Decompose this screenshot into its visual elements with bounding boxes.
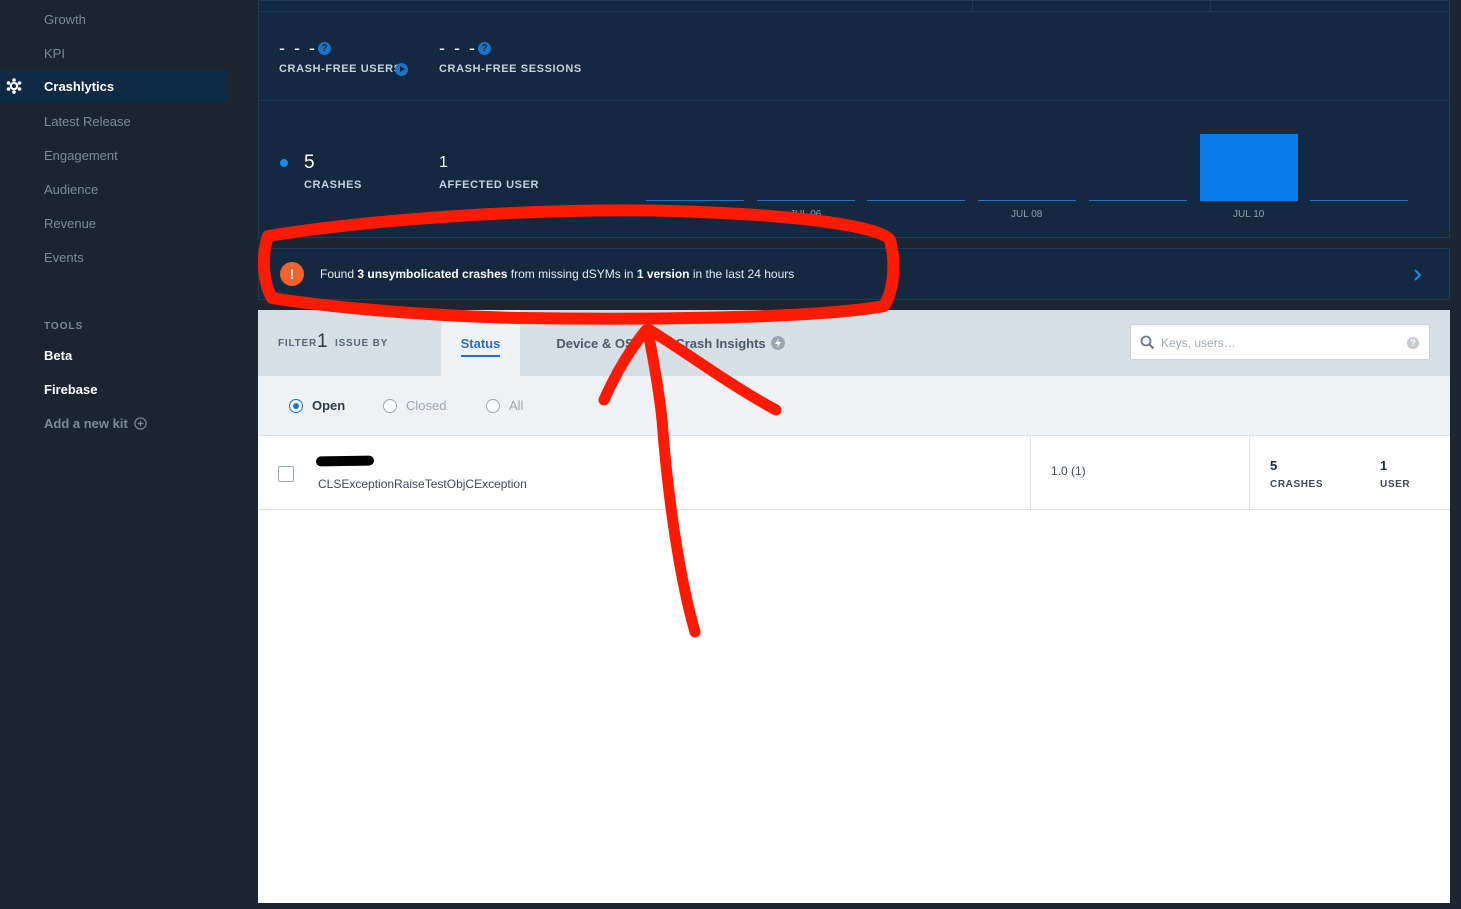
chart-baseline [1089, 200, 1187, 201]
sidebar-item-kpi[interactable]: KPI [0, 37, 228, 69]
crashes-legend-dot [280, 159, 288, 167]
sidebar-item-beta[interactable]: Beta [0, 339, 228, 371]
dsym-warning-text: Found 3 unsymbolicated crashes from miss… [320, 267, 795, 281]
radio-closed-label[interactable]: Closed [406, 398, 446, 413]
help-icon[interactable]: ? [1407, 337, 1419, 349]
table-row[interactable] [258, 436, 1450, 510]
sidebar-item-revenue[interactable]: Revenue [0, 207, 228, 239]
sidebar-item-label: Growth [44, 11, 86, 27]
sidebar-item-label: Audience [44, 181, 99, 197]
tools-heading: TOOLS [44, 321, 84, 332]
divider [972, 0, 973, 12]
help-icon[interactable]: ? [478, 42, 491, 55]
filter-label: ISSUE BY [335, 338, 389, 349]
sidebar-item-label: KPI [44, 45, 65, 61]
crash-free-users-value: - - - [279, 38, 317, 58]
divider [258, 0, 1450, 12]
divider [1210, 0, 1211, 12]
sidebar-item-label: Firebase [44, 381, 98, 397]
stats-panel [258, 0, 1450, 238]
search-input[interactable] [1161, 333, 1401, 353]
sidebar: Growth KPI Crashlytics Latest Release En… [0, 0, 228, 909]
help-icon[interactable]: ? [318, 42, 331, 55]
bolt-icon [770, 336, 785, 350]
crashes-value: 5 [304, 152, 315, 173]
chart-baseline [978, 200, 1076, 201]
issue-title[interactable]: CLSExceptionRaiseTestObjCException [318, 477, 527, 491]
radio-all-label[interactable]: All [509, 398, 523, 413]
chart-baseline [867, 200, 965, 201]
issue-checkbox[interactable] [278, 466, 294, 482]
tab-label: Status [460, 335, 501, 351]
sidebar-item-crashlytics[interactable]: Crashlytics [0, 70, 228, 102]
chart-bar[interactable] [1200, 134, 1298, 201]
chart-tick-label: JUL 10 [1233, 209, 1265, 220]
tab-label: Device & OS [556, 335, 634, 351]
sidebar-item-label: Revenue [44, 215, 97, 231]
crash-free-sessions-value: - - - [439, 38, 477, 58]
sidebar-item-label: Engagement [44, 147, 118, 163]
affected-users-label: AFFECTED USER [439, 179, 540, 191]
tab-device-os[interactable]: Device & OS [540, 310, 650, 376]
chart-baseline [1310, 200, 1408, 201]
issue-users-label: USER [1380, 479, 1411, 490]
warning-icon: ! [280, 262, 304, 286]
issue-version: 1.0 (1) [1051, 464, 1086, 478]
issue-crashes-count: 5 [1270, 458, 1278, 473]
chart-tick-label: JUL 08 [1011, 209, 1043, 220]
add-kit-link[interactable]: Add a new kit [0, 407, 228, 439]
redacted-mark [315, 455, 375, 467]
sidebar-item-label: Latest Release [44, 113, 131, 129]
issue-users-count: 1 [1380, 458, 1388, 473]
divider [1030, 436, 1031, 510]
radio-open-label[interactable]: Open [312, 398, 345, 413]
filter-count: 1 [317, 331, 328, 352]
chart-baseline [757, 200, 855, 201]
issue-crashes-label: CRASHES [1270, 479, 1324, 490]
divider [258, 100, 1450, 101]
tab-underline [461, 355, 500, 357]
filter-label: FILTER [278, 338, 318, 349]
play-icon[interactable] [395, 63, 408, 76]
sidebar-item-latest-release[interactable]: Latest Release [0, 105, 228, 137]
sidebar-item-firebase[interactable]: Firebase [0, 373, 228, 405]
sidebar-item-audience[interactable]: Audience [0, 173, 228, 205]
crash-free-users-label: CRASH-FREE USERS [279, 63, 402, 75]
tab-status[interactable]: Status [441, 310, 520, 376]
crashlytics-icon [6, 78, 22, 94]
sidebar-item-events[interactable]: Events [0, 241, 228, 273]
sidebar-item-label: Beta [44, 347, 73, 363]
sidebar-item-growth[interactable]: Growth [0, 3, 228, 35]
sidebar-item-engagement[interactable]: Engagement [0, 139, 228, 171]
sidebar-item-label: Crashlytics [44, 78, 115, 94]
sidebar-item-label: Events [44, 249, 84, 265]
radio-open[interactable] [289, 399, 303, 413]
divider [1249, 436, 1250, 510]
chevron-right-icon[interactable] [1410, 266, 1424, 284]
chart-tick-label: JUL 06 [790, 209, 822, 220]
add-circle-icon [134, 416, 147, 430]
search-box[interactable]: ? [1130, 324, 1430, 360]
tab-label: Crash Insights [675, 335, 766, 351]
crash-free-sessions-label: CRASH-FREE SESSIONS [439, 63, 582, 75]
radio-closed[interactable] [383, 399, 397, 413]
tab-crash-insights[interactable]: Crash Insights [660, 310, 800, 376]
chart-baseline [646, 200, 744, 201]
crashes-label: CRASHES [304, 179, 362, 191]
sidebar-item-label: Add a new kit [44, 415, 128, 431]
search-icon [1140, 335, 1155, 350]
affected-users-value: 1 [439, 154, 448, 171]
radio-all[interactable] [486, 399, 500, 413]
